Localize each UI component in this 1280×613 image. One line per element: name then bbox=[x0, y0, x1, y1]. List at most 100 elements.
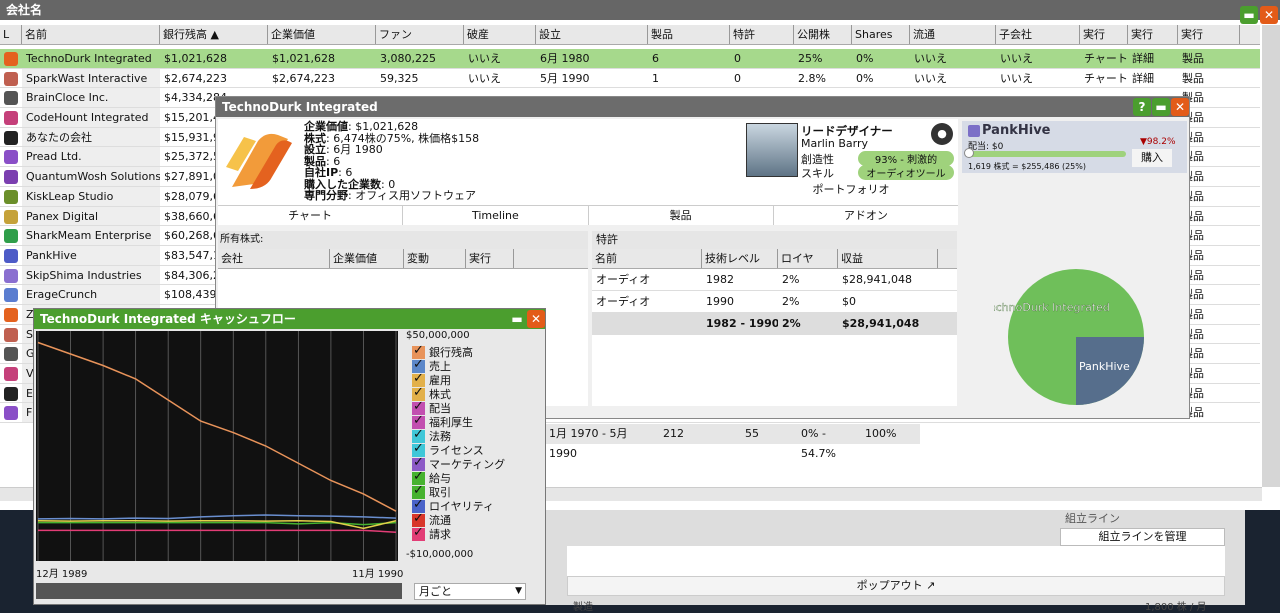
tab-timeline-label: Timeline bbox=[471, 209, 519, 222]
company-logo-icon bbox=[0, 128, 22, 147]
spy-icon[interactable]: ● bbox=[931, 123, 953, 145]
column-header[interactable]: 特許 bbox=[730, 25, 794, 44]
owned-shares-title: 所有株式: bbox=[218, 231, 588, 249]
cell-est: 5月 1990 bbox=[540, 71, 590, 85]
column-header[interactable]: 公開株 bbox=[794, 25, 852, 44]
table-row[interactable]: SparkWast Interactive $2,674,223 $2,674,22… bbox=[0, 68, 1260, 89]
column-header[interactable]: 銀行残高 ▲ bbox=[160, 25, 268, 44]
tab-bar: チャート Timeline 製品 アドオン bbox=[218, 205, 958, 225]
patent-cell: $28,941,048 bbox=[842, 273, 912, 286]
ownership-pie-chart: TechnoDurk Integrated PankHive bbox=[994, 269, 1144, 405]
cell-pat: 0 bbox=[734, 52, 741, 65]
cash-close-icon[interactable]: ✕ bbox=[527, 310, 545, 328]
popout-button[interactable]: ポップアウト ↗ bbox=[567, 576, 1225, 596]
info-line: 設立: 6月 1980 bbox=[304, 143, 383, 156]
slider-knob-icon[interactable] bbox=[964, 148, 974, 158]
column-header[interactable]: 流通 bbox=[910, 25, 996, 44]
column-header[interactable]: L bbox=[0, 25, 22, 44]
cell-a2[interactable]: 詳細 bbox=[1128, 69, 1178, 88]
minimize-icon[interactable]: ▬ bbox=[1240, 6, 1258, 24]
cell-sh: 0% bbox=[856, 52, 874, 65]
column-header[interactable]: 設立 bbox=[536, 25, 648, 44]
tab-addons[interactable]: アドオン bbox=[774, 206, 958, 225]
cell-name: SparkWast Interactive bbox=[22, 68, 160, 88]
pie-label-pankhive: PankHive bbox=[1079, 360, 1130, 373]
creativity-value: 93% - 刺激的 bbox=[858, 151, 954, 166]
column-header[interactable]: 破産 bbox=[464, 25, 536, 44]
period-select[interactable]: 月ごと ▼ bbox=[414, 583, 526, 600]
manage-assembly-label: 組立ラインを管理 bbox=[1098, 530, 1187, 543]
cell-a1[interactable]: チャート bbox=[1080, 69, 1128, 88]
company-logo-icon bbox=[0, 167, 22, 186]
column-header[interactable]: Shares bbox=[852, 25, 910, 44]
column-header[interactable]: ファン bbox=[376, 25, 464, 44]
detail-close-icon[interactable]: ✕ bbox=[1171, 98, 1189, 116]
legend-item[interactable]: 流通 bbox=[412, 511, 505, 527]
patent-col-header[interactable]: 技術レベル bbox=[702, 249, 778, 268]
column-header[interactable]: 子会社 bbox=[996, 25, 1080, 44]
company-logo-icon bbox=[0, 49, 22, 68]
legend-item[interactable]: 売上 bbox=[412, 357, 505, 373]
column-header[interactable]: 実行 bbox=[1128, 25, 1178, 44]
portfolio-button[interactable]: ポートフォリオ bbox=[746, 181, 956, 199]
manage-assembly-button[interactable]: 組立ラインを管理 bbox=[1060, 528, 1225, 546]
column-header[interactable]: 製品 bbox=[648, 25, 730, 44]
tab-timeline[interactable]: Timeline bbox=[403, 206, 589, 225]
legend-item[interactable]: 配当 bbox=[412, 399, 505, 415]
checkbox-icon[interactable] bbox=[412, 525, 425, 541]
patent-col-header[interactable]: 名前 bbox=[592, 249, 702, 268]
vertical-scrollbar[interactable] bbox=[1262, 25, 1280, 487]
cell-a3[interactable]: 製品 bbox=[1178, 69, 1240, 88]
owned-col-header[interactable]: 変動 bbox=[404, 249, 466, 268]
owned-col-header[interactable]: 会社 bbox=[218, 249, 330, 268]
company-logo-icon bbox=[0, 88, 22, 107]
legend-item[interactable]: 雇用 bbox=[412, 371, 505, 387]
time-scrollbar[interactable] bbox=[36, 583, 402, 599]
patent-cell: $28,941,048 bbox=[842, 317, 920, 330]
chart-background bbox=[36, 331, 398, 561]
patent-col-header[interactable]: 収益 bbox=[838, 249, 938, 268]
company-logo-icon bbox=[226, 133, 292, 189]
companies-title: 会社名 bbox=[0, 0, 1280, 20]
patent-col-header[interactable]: ロイヤ bbox=[778, 249, 838, 268]
legend-label: 請求 bbox=[429, 528, 451, 541]
legend-item[interactable]: マーケティング bbox=[412, 455, 505, 471]
detail-title: TechnoDurk Integrated bbox=[216, 97, 1189, 117]
help-icon[interactable]: ? bbox=[1133, 98, 1151, 116]
close-icon[interactable]: ✕ bbox=[1260, 6, 1278, 24]
owned-col-header[interactable]: 企業価値 bbox=[330, 249, 404, 268]
table-row[interactable]: TechnoDurk Integrated $1,021,628 $1,021,62… bbox=[0, 49, 1260, 69]
buy-button[interactable]: 購入 bbox=[1132, 149, 1172, 167]
summary-shares: 100% bbox=[865, 427, 897, 440]
legend-item[interactable]: 取引 bbox=[412, 483, 505, 499]
legend-item[interactable]: ライセンス bbox=[412, 441, 505, 457]
company-logo-icon bbox=[0, 266, 22, 285]
cell-a2[interactable]: 詳細 bbox=[1128, 49, 1178, 68]
column-header[interactable]: 実行 bbox=[1178, 25, 1240, 44]
legend-item[interactable]: ロイヤリティ bbox=[412, 497, 505, 513]
cell-a1[interactable]: チャート bbox=[1080, 49, 1128, 68]
legend-item[interactable]: 請求 bbox=[412, 525, 505, 541]
owned-col-header[interactable]: 実行 bbox=[466, 249, 514, 268]
company-logo-icon bbox=[0, 226, 22, 245]
detail-minimize-icon[interactable]: ▬ bbox=[1152, 98, 1170, 116]
skill-label: スキル bbox=[801, 167, 834, 180]
legend-item[interactable]: 給与 bbox=[412, 469, 505, 485]
cash-minimize-icon[interactable]: ▬ bbox=[508, 310, 526, 328]
tab-chart[interactable]: チャート bbox=[218, 206, 404, 225]
cell-dist: いいえ bbox=[914, 71, 947, 85]
column-header[interactable]: 名前 bbox=[22, 25, 160, 44]
share-slider[interactable] bbox=[966, 151, 1126, 157]
cell-name: TechnoDurk Integrated bbox=[26, 52, 152, 65]
tab-products[interactable]: 製品 bbox=[589, 206, 774, 225]
legend-item[interactable]: 銀行残高 bbox=[412, 343, 505, 359]
legend-item[interactable]: 株式 bbox=[412, 385, 505, 401]
column-header[interactable]: 実行 bbox=[1080, 25, 1128, 44]
legend-item[interactable]: 法務 bbox=[412, 427, 505, 443]
patent-cell: 1990 bbox=[706, 295, 734, 308]
column-header[interactable]: 企業価値 bbox=[268, 25, 376, 44]
cell-a3[interactable]: 製品 bbox=[1178, 49, 1240, 68]
x-start-label: 12月 1989 bbox=[36, 569, 88, 580]
legend-item[interactable]: 福利厚生 bbox=[412, 413, 505, 429]
designer-name: Marlin Barry bbox=[801, 137, 868, 150]
